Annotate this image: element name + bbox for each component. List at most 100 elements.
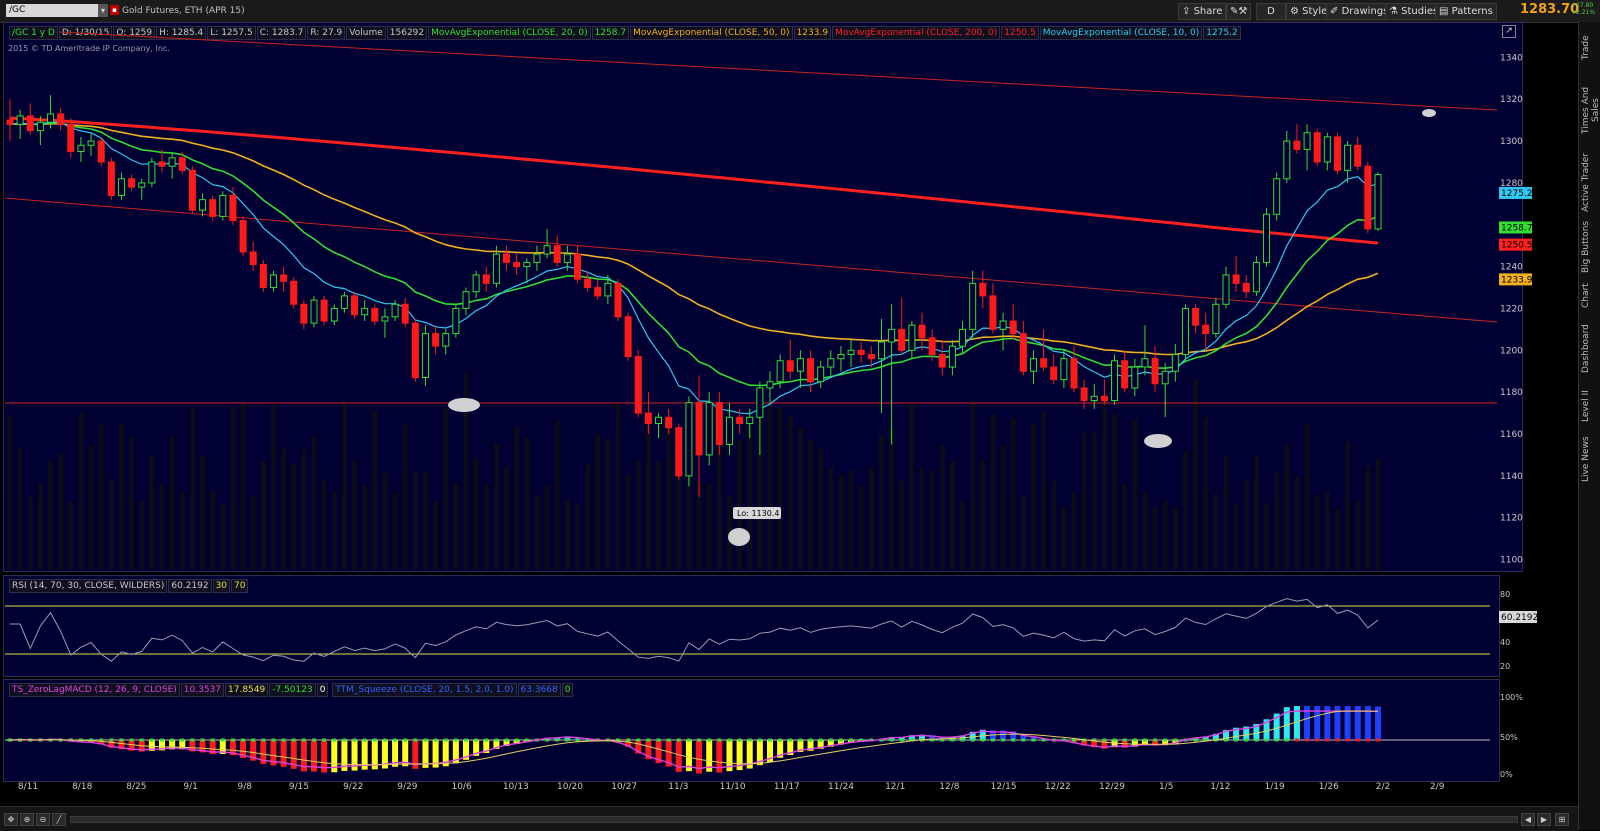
x-tick-label: 12/8 — [939, 782, 959, 792]
squeeze-dot — [1265, 739, 1269, 742]
squeeze-dot — [1133, 739, 1137, 742]
candle-body — [1101, 396, 1107, 400]
x-tick-label: 12/22 — [1045, 782, 1071, 792]
candle-body — [1071, 359, 1077, 388]
candle-body — [878, 342, 884, 359]
x-tick-label: 8/18 — [72, 782, 92, 792]
squeeze-dot — [727, 739, 731, 742]
candle-body — [179, 158, 185, 171]
volume-bar — [423, 471, 428, 570]
candle-body — [372, 308, 378, 321]
squeeze-dot — [575, 739, 579, 742]
candle-body — [1203, 325, 1209, 333]
volume-bar — [565, 500, 570, 570]
pan-icon[interactable]: ✥ — [4, 813, 18, 826]
candle-body — [1142, 359, 1148, 367]
volume-bar — [1376, 458, 1381, 570]
right-sidebar: Trade Times And Sales Active Trader Big But… — [1578, 22, 1600, 830]
chart-canvas[interactable]: Lo: 1130.4134013201300128012601240122012… — [0, 0, 1578, 806]
candle-body — [585, 279, 591, 287]
squeeze-dot — [626, 739, 630, 742]
volume-bar — [393, 493, 398, 570]
squeeze-dot — [1285, 739, 1289, 742]
volume-bar — [504, 466, 509, 570]
sidebar-tab-level-ii[interactable]: Level II — [1581, 384, 1599, 428]
x-tick-label: 1/5 — [1159, 782, 1173, 792]
scroll-left-icon[interactable]: ◀ — [1521, 813, 1535, 826]
x-tick-label: 9/8 — [238, 782, 253, 792]
squeeze-dot — [646, 739, 650, 742]
sidebar-tab-live-news[interactable]: Live News — [1581, 434, 1599, 484]
scroll-right-icon[interactable]: ▶ — [1537, 813, 1551, 826]
squeeze-dot — [464, 739, 468, 742]
volume-bar — [261, 461, 266, 570]
sidebar-tab-times-and-sales[interactable]: Times And Sales — [1581, 74, 1599, 146]
squeeze-dot — [677, 739, 681, 742]
zoom-icon[interactable]: ⊕ — [20, 813, 34, 826]
x-tick-label: 9/29 — [397, 782, 417, 792]
candle-body — [291, 281, 297, 304]
sidebar-tab-big-buttons[interactable]: Big Buttons — [1581, 218, 1599, 276]
zoom-out-icon[interactable]: ⊖ — [36, 813, 50, 826]
sidebar-tab-dashboard[interactable]: Dashboard — [1581, 320, 1599, 378]
candle-body — [1264, 214, 1270, 262]
x-tick-label: 1/19 — [1264, 782, 1284, 792]
candle-body — [392, 304, 398, 317]
volume-bar — [1082, 432, 1087, 570]
x-tick-label: 12/29 — [1099, 782, 1125, 792]
y-tick-label: 1140 — [1500, 472, 1523, 482]
x-tick-label: 8/25 — [126, 782, 146, 792]
horizontal-scrollbar[interactable] — [70, 816, 1518, 823]
squeeze-dot — [201, 739, 205, 742]
candle-body — [453, 308, 459, 333]
x-tick-label: 10/20 — [557, 782, 583, 792]
squeeze-dot — [1173, 739, 1177, 742]
candle-body — [980, 283, 986, 296]
candle-body — [1375, 175, 1381, 229]
candle-body — [544, 246, 550, 254]
candle-body — [1284, 141, 1290, 179]
squeeze-dot — [312, 739, 316, 742]
candle-body — [889, 329, 895, 342]
draw-line-icon[interactable]: ╱ — [52, 813, 66, 826]
squeeze-dot — [413, 739, 417, 742]
candle-body — [58, 114, 64, 124]
squeeze-dot — [950, 739, 954, 742]
squeeze-dot — [130, 739, 134, 742]
candle-body — [868, 354, 874, 358]
squeeze-dot — [1244, 739, 1248, 742]
candle-body — [402, 304, 408, 323]
squeeze-dot — [434, 739, 438, 742]
volume-bar — [58, 454, 63, 570]
zoom-fit-icon[interactable]: ⊞ — [1555, 813, 1569, 826]
sidebar-tab-chart[interactable]: Chart — [1581, 280, 1599, 312]
candle-body — [818, 367, 824, 382]
rsi-tick-label: 20 — [1500, 662, 1510, 671]
candle-body — [726, 417, 732, 444]
volume-bar — [443, 408, 448, 570]
candle-body — [230, 195, 236, 220]
volume-bar — [352, 461, 357, 570]
squeeze-dot — [292, 739, 296, 742]
volume-bar — [828, 467, 833, 570]
x-tick-label: 8/11 — [18, 782, 38, 792]
volume-bar — [1112, 414, 1117, 570]
squeeze-dot — [1366, 739, 1370, 742]
volume-bar — [38, 483, 43, 570]
squeeze-dot — [403, 739, 407, 742]
candle-body — [17, 116, 23, 124]
volume-bar — [1345, 441, 1350, 570]
candle-body — [1152, 359, 1158, 384]
volume-bar — [180, 493, 185, 570]
sidebar-tab-trade[interactable]: Trade — [1581, 28, 1599, 68]
candle-body — [7, 120, 13, 124]
candle-body — [574, 254, 580, 279]
volume-bar — [930, 470, 935, 570]
candle-body — [1274, 179, 1280, 215]
squeeze-dot — [1295, 739, 1299, 742]
candle-body — [281, 275, 287, 281]
volume-bar — [139, 502, 144, 570]
candle-body — [777, 361, 783, 382]
sidebar-tab-active-trader[interactable]: Active Trader — [1581, 152, 1599, 212]
volume-bar — [1102, 397, 1107, 570]
